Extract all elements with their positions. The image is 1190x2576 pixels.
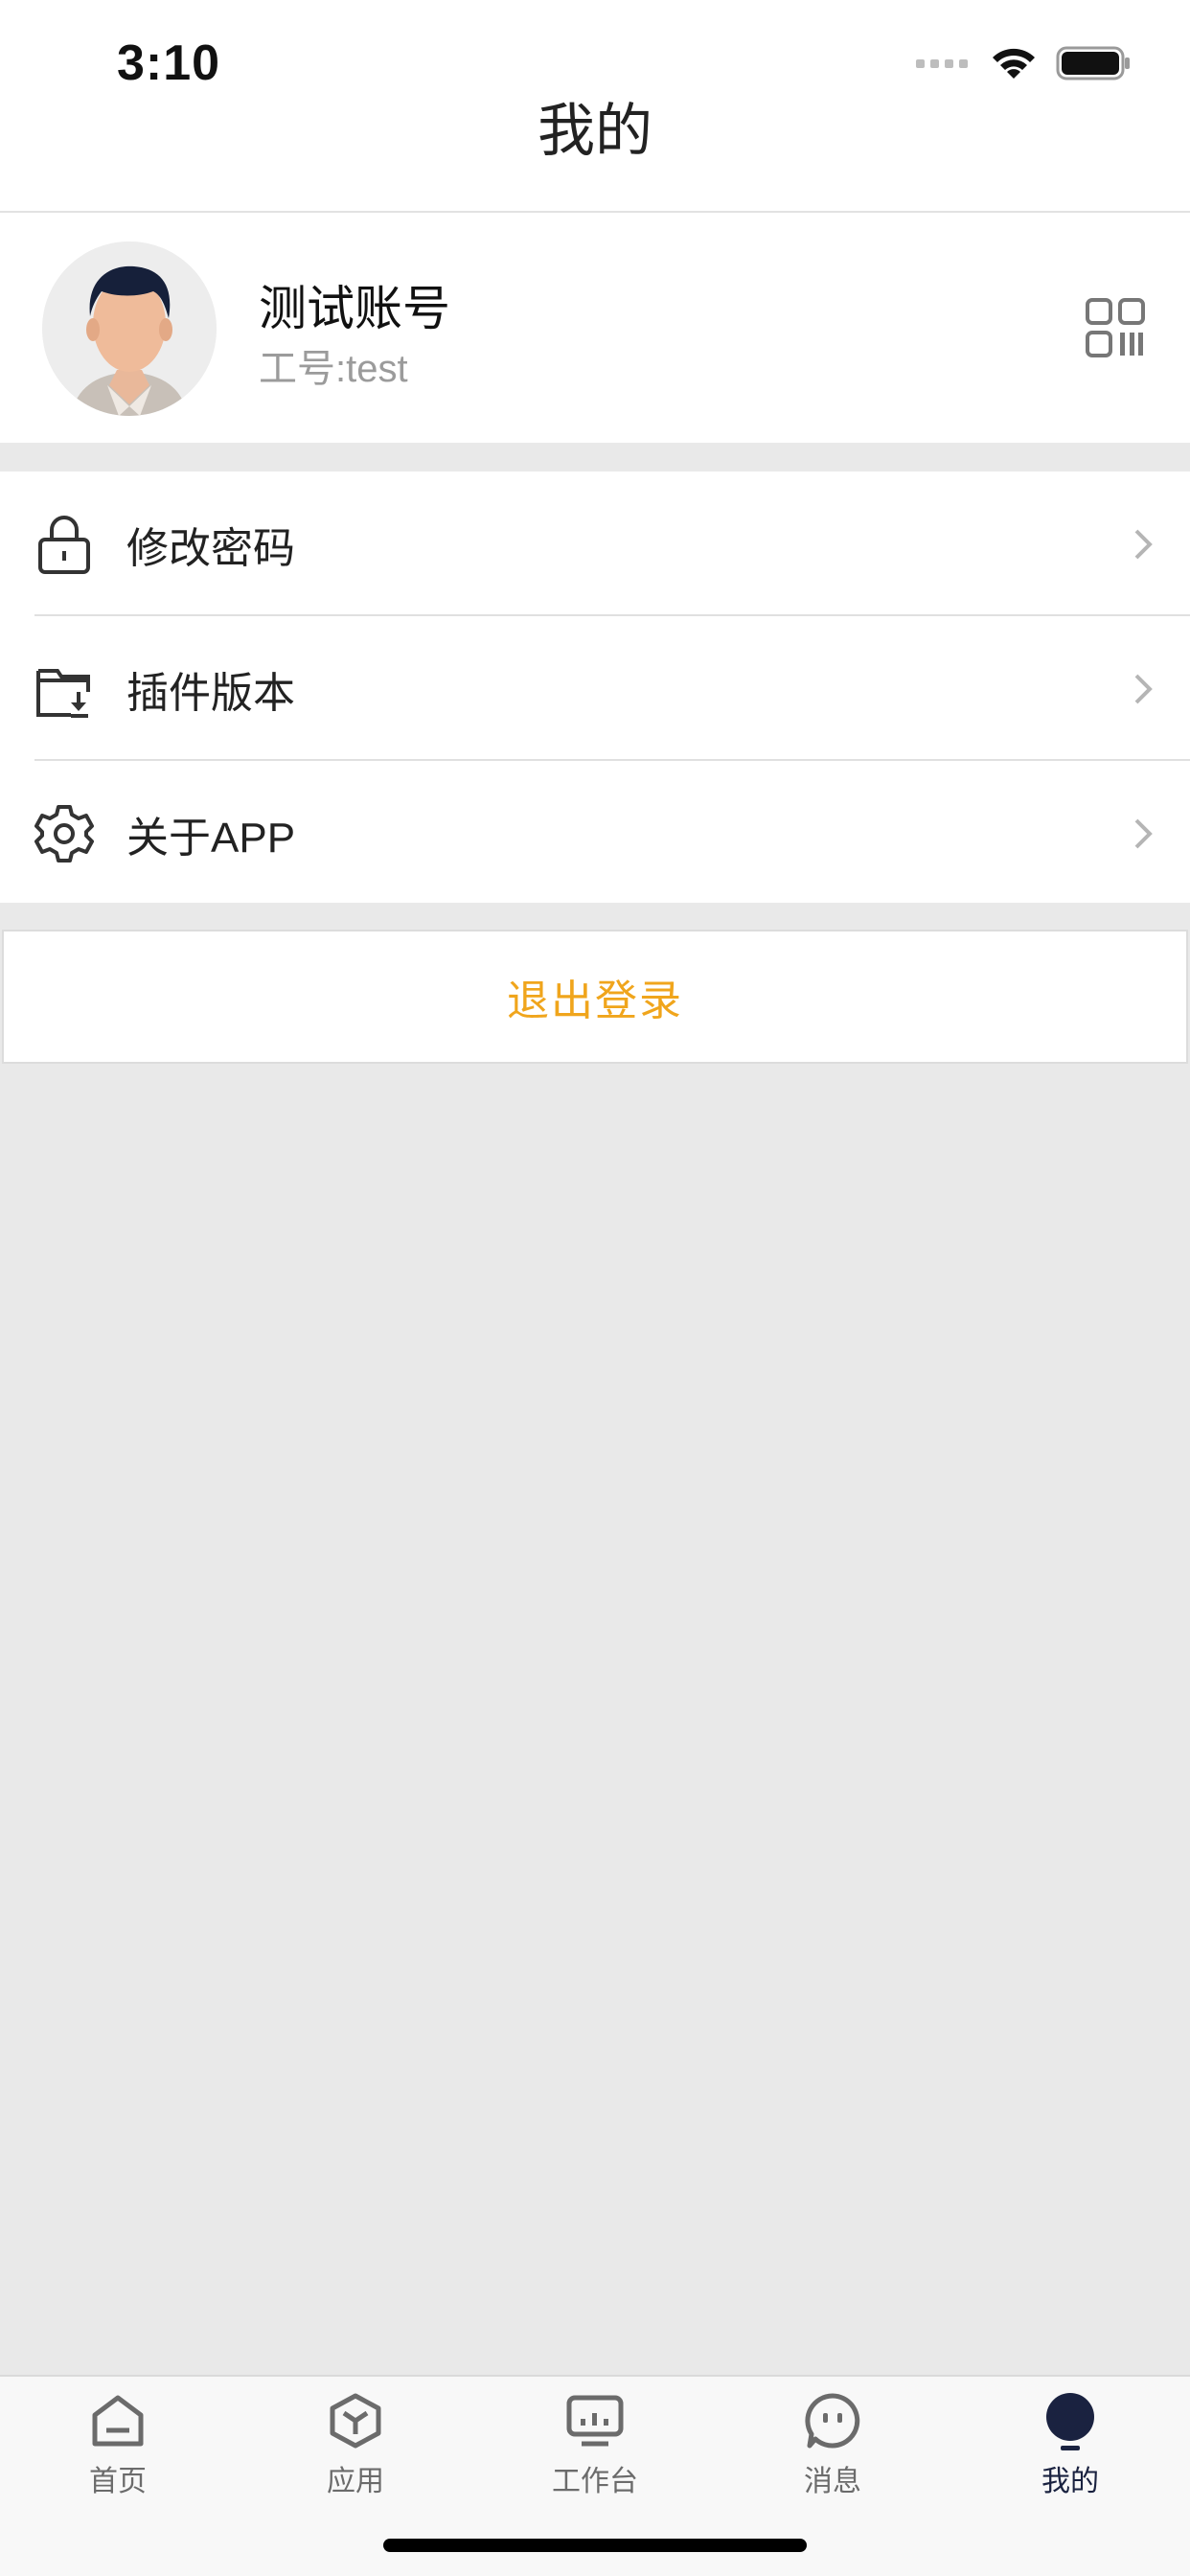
tab-label: 首页	[89, 2466, 147, 2497]
employee-id: 工号:test	[259, 348, 408, 390]
message-icon	[805, 2393, 860, 2449]
menu-item-about-app[interactable]: 关于APP	[0, 761, 1190, 906]
tab-home[interactable]: 首页	[41, 2390, 195, 2505]
cube-icon	[330, 2393, 381, 2449]
qr-code-icon[interactable]	[1085, 297, 1146, 358]
tab-messages[interactable]: 消息	[756, 2390, 909, 2505]
menu-item-label: 修改密码	[126, 524, 295, 572]
tab-workbench[interactable]: 工作台	[518, 2390, 672, 2505]
workbench-icon	[566, 2395, 624, 2447]
avatar	[42, 242, 217, 416]
menu-item-plugin-version[interactable]: 插件版本	[0, 616, 1190, 761]
avatar-person-icon	[42, 242, 217, 416]
status-icons	[916, 44, 1131, 82]
tab-label: 工作台	[552, 2466, 638, 2497]
page-title-text: 我的	[538, 98, 652, 163]
status-time: 3:10	[117, 35, 221, 91]
profile-icon	[1046, 2393, 1094, 2450]
wifi-icon	[993, 48, 1035, 79]
menu-item-label: 插件版本	[126, 669, 295, 717]
tab-profile[interactable]: 我的	[994, 2390, 1147, 2505]
settings-menu: 修改密码 插件版本 关于APP	[0, 472, 1190, 903]
menu-item-change-password[interactable]: 修改密码	[0, 472, 1190, 616]
plugin-download-icon	[36, 668, 90, 718]
lock-icon	[38, 515, 90, 574]
battery-icon	[1056, 46, 1130, 80]
menu-item-label: 关于APP	[126, 814, 296, 862]
cellular-signal-icon	[916, 58, 968, 68]
home-icon	[92, 2395, 144, 2447]
gear-icon	[34, 804, 94, 862]
tab-label: 应用	[327, 2466, 384, 2497]
profile-name: 测试账号	[259, 282, 450, 335]
chevron-right-icon	[1134, 818, 1153, 848]
tab-label: 消息	[804, 2466, 861, 2497]
logout-button[interactable]: 退出登录	[2, 930, 1188, 1064]
tab-apps[interactable]: 应用	[279, 2390, 432, 2505]
chevron-right-icon	[1134, 674, 1153, 703]
tab-label: 我的	[1041, 2466, 1099, 2497]
profile-card[interactable]: 测试账号 工号:test	[0, 213, 1190, 443]
page-title: 我的	[0, 99, 1190, 213]
home-indicator[interactable]	[383, 2539, 807, 2552]
chevron-right-icon	[1134, 529, 1153, 559]
